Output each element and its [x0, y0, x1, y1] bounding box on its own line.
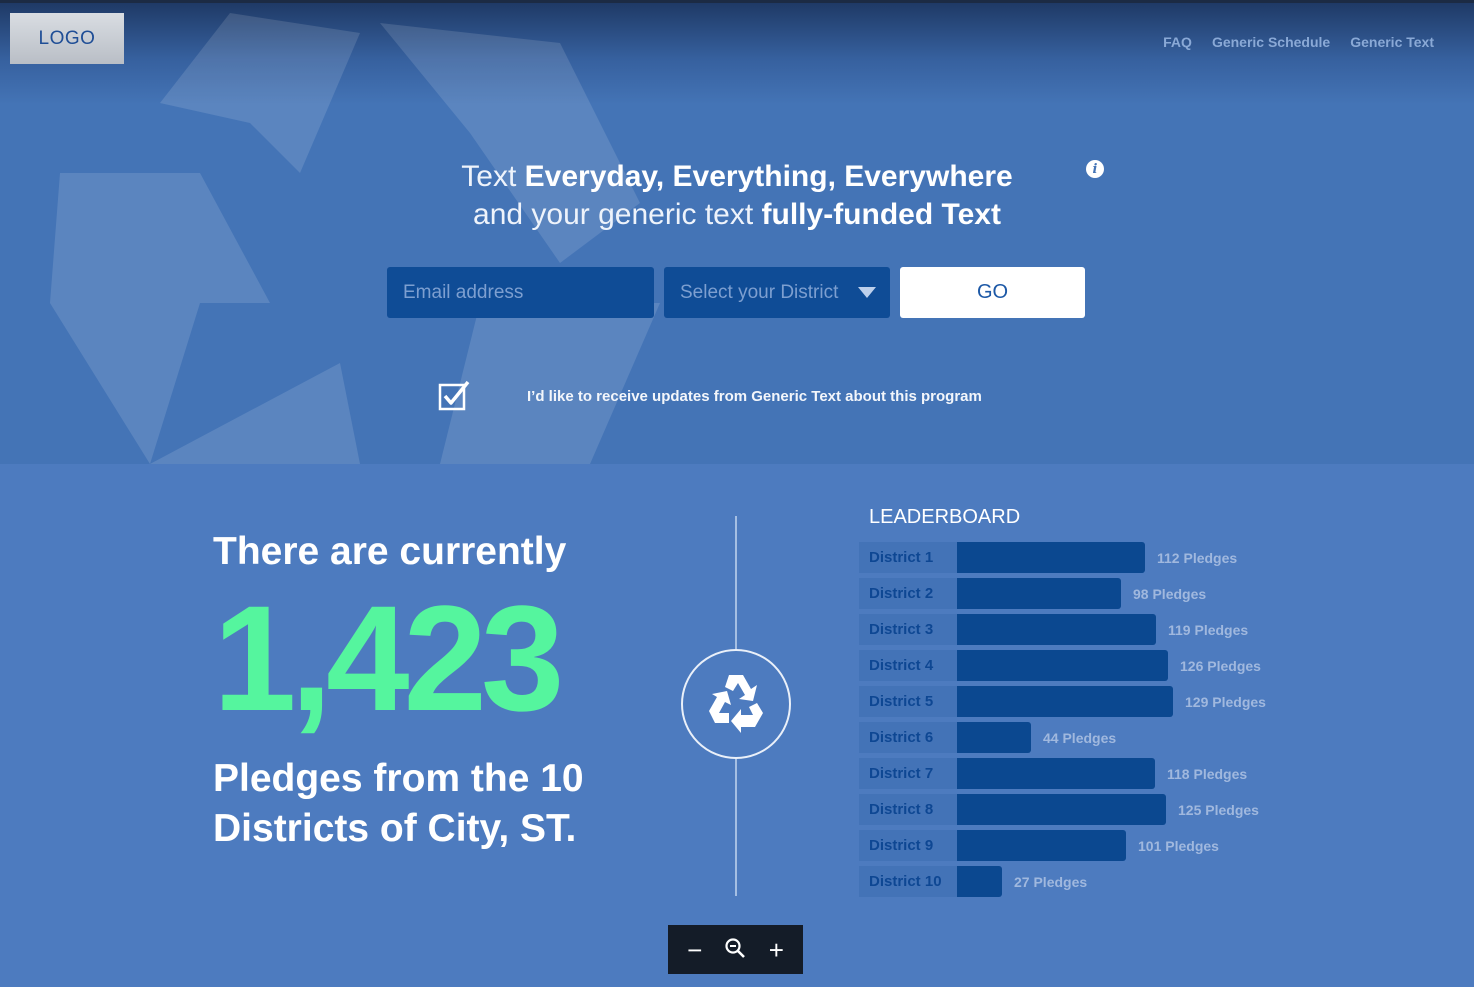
chevron-down-icon	[858, 287, 876, 298]
leaderboard-row: District 9 101 Pledges	[859, 830, 1266, 861]
leaderboard-row: District 8 125 Pledges	[859, 794, 1266, 825]
nav-link-generic-text[interactable]: Generic Text	[1350, 34, 1434, 50]
pledge-stats: There are currently 1,423 Pledges from t…	[213, 530, 633, 854]
logo[interactable]: LOGO	[10, 13, 124, 64]
stats-intro: There are currently	[213, 530, 567, 573]
email-input[interactable]	[387, 267, 654, 318]
go-button[interactable]: GO	[900, 267, 1085, 318]
leaderboard-pledge-count: 98 Pledges	[1133, 585, 1207, 602]
recycle-icon	[709, 675, 763, 733]
nav-link-generic-schedule[interactable]: Generic Schedule	[1212, 34, 1330, 50]
headline-line2-light: and your generic text	[473, 198, 762, 231]
leaderboard-bar	[957, 578, 1121, 609]
leaderboard-district-label: District 6	[859, 722, 957, 753]
recycle-badge	[681, 649, 791, 759]
leaderboard-row: District 1 112 Pledges	[859, 542, 1266, 573]
leaderboard-bar	[957, 758, 1155, 789]
leaderboard-pledge-count: 126 Pledges	[1180, 657, 1261, 674]
leaderboard-pledge-count: 112 Pledges	[1157, 549, 1238, 566]
leaderboard-district-label: District 8	[859, 794, 957, 825]
leaderboard-district-label: District 9	[859, 830, 957, 861]
leaderboard-bar	[957, 650, 1168, 681]
leaderboard-title: LEADERBOARD	[869, 506, 1021, 528]
leaderboard-pledge-count: 129 Pledges	[1185, 693, 1266, 710]
headline-line1-bold: Everyday, Everything, Everywhere	[524, 160, 1013, 193]
updates-checkbox-label: I’d like to receive updates from Generic…	[527, 388, 982, 405]
leaderboard-row: District 5 129 Pledges	[859, 686, 1266, 717]
updates-checkbox[interactable]	[438, 379, 470, 411]
leaderboard-row: District 6 44 Pledges	[859, 722, 1266, 753]
hero-headline: Text Everyday, Everything, Everywhere an…	[0, 158, 1474, 234]
leaderboard-pledge-count: 44 Pledges	[1043, 729, 1117, 746]
leaderboard-bar	[957, 830, 1126, 861]
leaderboard-pledge-count: 119 Pledges	[1168, 621, 1249, 638]
leaderboard-bar	[957, 614, 1156, 645]
leaderboard-row: District 2 98 Pledges	[859, 578, 1266, 609]
leaderboard-row: District 7 118 Pledges	[859, 758, 1266, 789]
pledge-form: Select your District GO	[387, 267, 1085, 318]
leaderboard-list: District 1 112 Pledges District 2 98 Pledge…	[859, 542, 1266, 902]
headline-line1-light: Text	[461, 160, 525, 193]
stats-outro-line1: Pledges from the 10	[213, 757, 584, 800]
leaderboard-row: District 10 27 Pledges	[859, 866, 1266, 897]
district-select[interactable]: Select your District	[664, 267, 890, 318]
leaderboard-bar	[957, 866, 1002, 897]
leaderboard-pledge-count: 101 Pledges	[1138, 837, 1219, 854]
leaderboard-district-label: District 10	[859, 866, 957, 897]
leaderboard-district-label: District 4	[859, 650, 957, 681]
zoom-reset-icon[interactable]	[724, 937, 746, 963]
leaderboard-bar	[957, 794, 1166, 825]
leaderboard-row: District 3 119 Pledges	[859, 614, 1266, 645]
zoom-controls: − +	[668, 925, 803, 974]
leaderboard-bar	[957, 542, 1145, 573]
top-nav: FAQ Generic Schedule Generic Text	[1163, 34, 1434, 50]
leaderboard-pledge-count: 125 Pledges	[1178, 801, 1259, 818]
leaderboard-district-label: District 7	[859, 758, 957, 789]
leaderboard-bar	[957, 686, 1173, 717]
stats-outro: Pledges from the 10 Districts of City, S…	[213, 754, 633, 854]
leaderboard-district-label: District 5	[859, 686, 957, 717]
zoom-in-icon[interactable]: +	[769, 937, 784, 963]
leaderboard-pledge-count: 27 Pledges	[1014, 873, 1088, 890]
nav-link-faq[interactable]: FAQ	[1163, 34, 1192, 50]
leaderboard-district-label: District 2	[859, 578, 957, 609]
leaderboard-district-label: District 3	[859, 614, 957, 645]
district-select-label: Select your District	[680, 281, 839, 303]
pledge-count: 1,423	[213, 574, 564, 742]
zoom-out-icon[interactable]: −	[687, 937, 702, 963]
headline-line2-bold: fully-funded Text	[761, 198, 1001, 231]
leaderboard-row: District 4 126 Pledges	[859, 650, 1266, 681]
leaderboard-bar	[957, 722, 1031, 753]
leaderboard-pledge-count: 118 Pledges	[1167, 765, 1248, 782]
leaderboard-district-label: District 1	[859, 542, 957, 573]
stats-outro-line2: Districts of City, ST.	[213, 807, 577, 850]
